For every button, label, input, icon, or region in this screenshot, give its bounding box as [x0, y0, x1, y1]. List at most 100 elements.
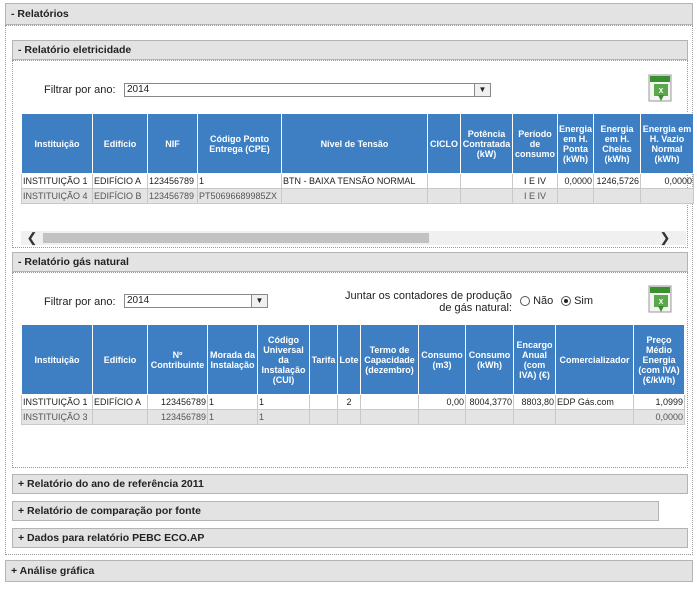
col-nivel-tensao[interactable]: Nível de Tensão	[281, 113, 428, 174]
section-pebc[interactable]: + Dados para relatório PEBC ECO.AP	[12, 528, 688, 548]
col-consumo-kwh[interactable]: Consumo (kWh)	[465, 324, 514, 395]
table-row[interactable]: INSTITUIÇÃO 1 EDIFÍCIO A 123456789 1 BTN…	[21, 173, 694, 189]
cell	[427, 188, 461, 204]
scroll-left-icon[interactable]: ❮	[25, 231, 39, 245]
cell	[460, 173, 513, 189]
cell: BTN - BAIXA TENSÃO NORMAL	[281, 173, 428, 189]
cell: INSTITUIÇÃO 3	[21, 409, 93, 425]
excel-export-icon[interactable]: X	[648, 285, 674, 315]
cell: 0,0000	[640, 173, 694, 189]
col-lote[interactable]: Lote	[337, 324, 361, 395]
col-instituicao[interactable]: Instituição	[21, 113, 93, 174]
col-tarifa[interactable]: Tarifa	[309, 324, 338, 395]
section-ref2011[interactable]: + Relatório do ano de referência 2011	[12, 474, 688, 494]
col-energia-ponta[interactable]: Energia em H. Ponta (kWh)	[557, 113, 594, 174]
cell: 1	[197, 173, 282, 189]
gas-header[interactable]: - Relatório gás natural	[12, 252, 688, 272]
eletricidade-header[interactable]: - Relatório eletricidade	[12, 40, 688, 60]
col-ciclo[interactable]: CICLO	[427, 113, 461, 174]
cell: 8004,3770	[465, 394, 514, 410]
cell	[360, 409, 419, 425]
col-energia-vazio[interactable]: Energia em H. Vazio Normal (kWh)	[640, 113, 694, 174]
cell: EDIFÍCIO A	[92, 394, 148, 410]
scroll-right-icon[interactable]: ❯	[658, 231, 672, 245]
excel-export-icon[interactable]: X	[648, 74, 674, 104]
table-row[interactable]: INSTITUIÇÃO 3 123456789 1 1 0,0000	[21, 409, 685, 425]
relatorios-title: - Relatórios	[11, 8, 69, 20]
cell: INSTITUIÇÃO 1	[21, 173, 93, 189]
cell	[555, 409, 634, 425]
col-periodo[interactable]: Período de consumo	[512, 113, 558, 174]
table-row[interactable]: INSTITUIÇÃO 1 EDIFÍCIO A 123456789 1 1 2…	[21, 394, 685, 410]
relatorios-header[interactable]: - Relatórios	[5, 3, 693, 25]
gas-year-select[interactable]: 2014 ▼	[124, 294, 268, 308]
radio-yes-label: Sim	[574, 295, 594, 307]
cell: INSTITUIÇÃO 4	[21, 188, 93, 204]
eletricidade-filter-label: Filtrar por ano:	[44, 84, 116, 96]
merge-no-option[interactable]: Não	[520, 295, 553, 307]
gas-year-value: 2014	[127, 295, 150, 306]
col-edificio[interactable]: Edifício	[92, 324, 148, 395]
cell	[309, 394, 338, 410]
cell: 1	[207, 394, 258, 410]
cell	[557, 188, 594, 204]
section-pebc-label: + Dados para relatório PEBC ECO.AP	[18, 532, 205, 544]
horizontal-scrollbar[interactable]: ❮ ❯	[21, 231, 686, 245]
gas-filter-label: Filtrar por ano:	[44, 296, 116, 308]
cell	[465, 409, 514, 425]
radio-no[interactable]	[520, 296, 530, 307]
col-encargo[interactable]: Encargo Anual (com IVA) (€)	[513, 324, 556, 395]
cell: PT50696689985ZX	[197, 188, 282, 204]
cell: 1	[207, 409, 258, 425]
svg-text:X: X	[659, 299, 664, 306]
cell: EDP Gás.com	[555, 394, 634, 410]
col-preco[interactable]: Preço Médio Energia (com IVA) (€/kWh)	[633, 324, 685, 395]
cell: 0,0000	[557, 173, 594, 189]
cell: I E IV	[512, 188, 558, 204]
cell	[360, 394, 419, 410]
col-cpe[interactable]: Código Ponto Entrega (CPE)	[197, 113, 282, 174]
merge-yes-option[interactable]: Sim	[561, 295, 593, 307]
col-energia-cheias[interactable]: Energia em H. Cheias (kWh)	[593, 113, 641, 174]
col-contribuinte[interactable]: Nº Contribuinte	[147, 324, 208, 395]
eletricidade-table: Instituição Edifício NIF Código Ponto En…	[21, 113, 694, 204]
eletricidade-year-value: 2014	[127, 84, 150, 95]
cell	[92, 409, 148, 425]
cell	[640, 188, 694, 204]
chevron-down-icon: ▼	[251, 295, 267, 307]
section-comparacao[interactable]: + Relatório de comparação por fonte	[12, 501, 659, 521]
scrollbar-thumb[interactable]	[43, 233, 429, 243]
col-termo[interactable]: Termo de Capacidade (dezembro)	[360, 324, 419, 395]
merge-counters-label: Juntar os contadores de produção de gás …	[345, 290, 512, 314]
radio-no-label: Não	[533, 295, 554, 307]
col-morada[interactable]: Morada da Instalação	[207, 324, 258, 395]
eletricidade-year-select[interactable]: 2014 ▼	[124, 83, 491, 97]
col-instituicao[interactable]: Instituição	[21, 324, 93, 395]
cell: 1,0999	[633, 394, 685, 410]
section-analise[interactable]: + Análise gráfica	[5, 560, 693, 582]
table-row[interactable]: INSTITUIÇÃO 4 EDIFÍCIO B 123456789 PT506…	[21, 188, 694, 204]
cell	[337, 409, 361, 425]
col-cui[interactable]: Código Universal da Instalação (CUI)	[257, 324, 310, 395]
cell: 123456789	[147, 188, 198, 204]
col-consumo-m3[interactable]: Consumo (m3)	[418, 324, 466, 395]
eletricidade-title: - Relatório eletricidade	[18, 44, 132, 56]
cell	[427, 173, 461, 189]
col-edificio[interactable]: Edifício	[92, 113, 148, 174]
section-ref2011-label: + Relatório do ano de referência 2011	[18, 478, 204, 490]
cell: I E IV	[512, 173, 558, 189]
cell: 0,00	[418, 394, 466, 410]
gas-title: - Relatório gás natural	[18, 256, 129, 268]
radio-yes[interactable]	[561, 296, 571, 307]
gas-table: Instituição Edifício Nº Contribuinte Mor…	[21, 324, 685, 425]
col-nif[interactable]: NIF	[147, 113, 198, 174]
cell: EDIFÍCIO A	[92, 173, 148, 189]
cell: 0,0000	[633, 409, 685, 425]
cell	[593, 188, 641, 204]
cell	[309, 409, 338, 425]
cell: 8803,80	[513, 394, 556, 410]
cell: 123456789	[147, 409, 208, 425]
col-potencia[interactable]: Potência Contratada (kW)	[460, 113, 513, 174]
col-comercializador[interactable]: Comercializador	[555, 324, 634, 395]
cell	[460, 188, 513, 204]
